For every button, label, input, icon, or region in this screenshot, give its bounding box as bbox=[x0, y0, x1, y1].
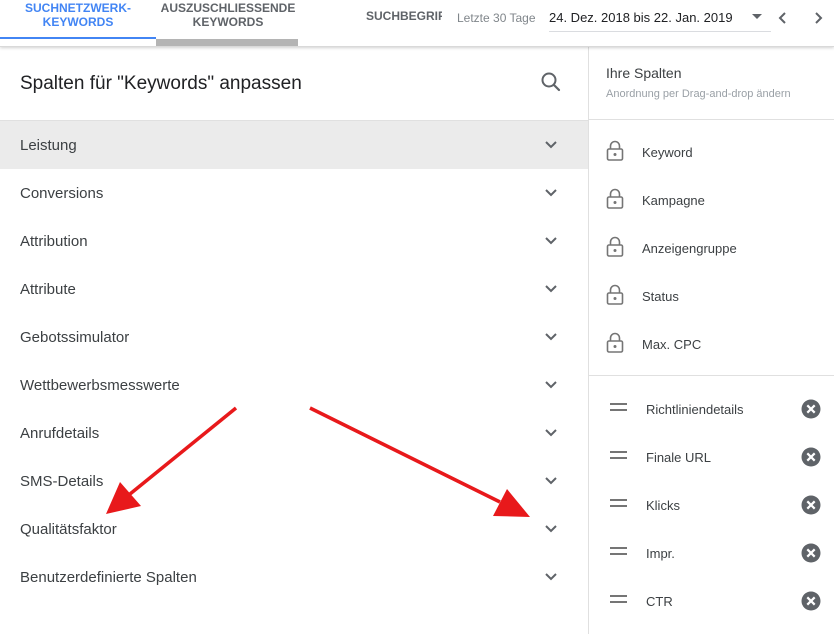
category-label: Gebotssimulator bbox=[20, 328, 130, 346]
category-item-attribute[interactable]: Attribute bbox=[0, 265, 588, 313]
category-item-benutzerdefinierte-spalten[interactable]: Benutzerdefinierte Spalten bbox=[0, 553, 588, 601]
category-item-wettbewerbsmesswerte[interactable]: Wettbewerbsmesswerte bbox=[0, 361, 588, 409]
panel-title: Spalten für "Keywords" anpassen bbox=[20, 73, 302, 94]
column-label: Max. CPC bbox=[642, 337, 702, 352]
category-label: Conversions bbox=[20, 184, 104, 202]
divider bbox=[589, 119, 834, 120]
column-label: Keyword bbox=[642, 145, 693, 160]
movable-column-item[interactable]: Impr. bbox=[589, 529, 834, 577]
drag-handle-icon[interactable] bbox=[610, 499, 627, 507]
locked-column-item: Status bbox=[589, 272, 834, 320]
date-range-text: 24. Dez. 2018 bis 22. Jan. 2019 bbox=[549, 10, 733, 25]
chevron-down-icon bbox=[545, 477, 557, 485]
category-label: Attribute bbox=[20, 280, 76, 298]
lock-icon bbox=[606, 332, 624, 353]
next-period-button[interactable] bbox=[808, 8, 828, 28]
lock-icon bbox=[606, 236, 624, 257]
category-label: Anrufdetails bbox=[20, 424, 100, 442]
lock-icon bbox=[606, 140, 624, 161]
chevron-down-icon bbox=[545, 333, 557, 341]
column-label: Richtliniendetails bbox=[646, 402, 744, 417]
top-bar: Suchnetzwerk- Keywords Auszuschliessende… bbox=[0, 0, 834, 47]
remove-circle-icon[interactable] bbox=[801, 495, 821, 515]
chevron-right-icon bbox=[815, 12, 823, 24]
dropdown-caret-icon[interactable] bbox=[752, 14, 762, 19]
search-button[interactable] bbox=[538, 69, 564, 95]
movable-column-item[interactable]: Richtliniendetails bbox=[589, 385, 834, 433]
remove-circle-icon[interactable] bbox=[801, 591, 821, 611]
category-label: Qualitätsfaktor bbox=[20, 520, 117, 538]
chevron-down-icon bbox=[545, 141, 557, 149]
locked-column-item: Anzeigengruppe bbox=[589, 224, 834, 272]
column-label: Impr. bbox=[646, 546, 675, 561]
locked-column-item: Kampagne bbox=[589, 176, 834, 224]
category-item-attribution[interactable]: Attribution bbox=[0, 217, 588, 265]
column-label: Klicks bbox=[646, 498, 680, 513]
date-preset-label: Letzte 30 Tage bbox=[457, 11, 536, 25]
locked-columns-list: Keyword Kampagne Anzeigengruppe Status M… bbox=[589, 128, 834, 368]
search-icon bbox=[541, 72, 561, 92]
category-item-leistung[interactable]: Leistung bbox=[0, 121, 588, 169]
column-label: Finale URL bbox=[646, 450, 712, 465]
chevron-down-icon bbox=[545, 573, 557, 581]
tab-label-line2: Keywords bbox=[192, 15, 264, 29]
column-label: Anzeigengruppe bbox=[642, 241, 737, 256]
date-range-selector[interactable]: 24. Dez. 2018 bis 22. Jan. 2019 bbox=[549, 4, 771, 32]
category-label: Leistung bbox=[20, 136, 77, 154]
tab-label-line2: Keywords bbox=[42, 15, 114, 29]
category-label: SMS-Details bbox=[20, 472, 104, 490]
locked-column-item: Keyword bbox=[589, 128, 834, 176]
drag-handle-icon[interactable] bbox=[610, 403, 627, 411]
column-label: Status bbox=[642, 289, 679, 304]
movable-column-item[interactable]: CTR bbox=[589, 577, 834, 625]
category-label: Wettbewerbsmesswerte bbox=[20, 376, 180, 394]
tab-label-line1: Auszuschliessende bbox=[160, 1, 296, 15]
remove-circle-icon[interactable] bbox=[801, 399, 821, 419]
lock-icon bbox=[606, 188, 624, 209]
selected-columns-title: Ihre Spalten bbox=[606, 65, 682, 81]
tab-scrollbar[interactable] bbox=[156, 39, 298, 46]
tab-label-line1: Suchnetzwerk- bbox=[25, 1, 131, 15]
drag-handle-icon[interactable] bbox=[610, 451, 627, 459]
drag-handle-icon[interactable] bbox=[610, 547, 627, 555]
category-label: Attribution bbox=[20, 232, 88, 250]
chevron-down-icon bbox=[545, 237, 557, 245]
category-item-qualitaetsfaktor[interactable]: Qualitätsfaktor bbox=[0, 505, 588, 553]
category-item-anrufdetails[interactable]: Anrufdetails bbox=[0, 409, 588, 457]
chevron-down-icon bbox=[545, 285, 557, 293]
category-label: Benutzerdefinierte Spalten bbox=[20, 568, 197, 586]
selected-columns-panel: Ihre Spalten Anordnung per Drag-and-drop… bbox=[588, 47, 834, 634]
tab-search-keywords[interactable]: Suchnetzwerk- Keywords bbox=[0, 0, 156, 46]
remove-circle-icon[interactable] bbox=[801, 543, 821, 563]
divider bbox=[589, 375, 834, 376]
previous-period-button[interactable] bbox=[773, 8, 793, 28]
movable-columns-list: Richtliniendetails Finale URL Klicks Imp… bbox=[589, 385, 834, 625]
locked-column-item: Max. CPC bbox=[589, 320, 834, 368]
lock-icon bbox=[606, 284, 624, 305]
tab-label-line1: Suchbegriff bbox=[366, 9, 442, 23]
chevron-down-icon bbox=[545, 381, 557, 389]
selected-columns-subtitle: Anordnung per Drag-and-drop ändern bbox=[606, 88, 791, 100]
category-item-gebotssimulator[interactable]: Gebotssimulator bbox=[0, 313, 588, 361]
remove-circle-icon[interactable] bbox=[801, 447, 821, 467]
column-label: Kampagne bbox=[642, 193, 705, 208]
movable-column-item[interactable]: Klicks bbox=[589, 481, 834, 529]
tab-search-terms[interactable]: Suchbegriff bbox=[300, 0, 442, 46]
chevron-down-icon bbox=[545, 525, 557, 533]
category-list: Leistung Conversions Attribution Attribu… bbox=[0, 120, 588, 601]
column-label: CTR bbox=[646, 594, 673, 609]
column-categories-panel: Spalten für "Keywords" anpassen Leistung… bbox=[0, 47, 588, 634]
chevron-down-icon bbox=[545, 189, 557, 197]
drag-handle-icon[interactable] bbox=[610, 595, 627, 603]
chevron-left-icon bbox=[778, 12, 786, 24]
chevron-down-icon bbox=[545, 429, 557, 437]
category-item-conversions[interactable]: Conversions bbox=[0, 169, 588, 217]
category-item-sms-details[interactable]: SMS-Details bbox=[0, 457, 588, 505]
active-tab-indicator bbox=[0, 37, 156, 39]
movable-column-item[interactable]: Finale URL bbox=[589, 433, 834, 481]
